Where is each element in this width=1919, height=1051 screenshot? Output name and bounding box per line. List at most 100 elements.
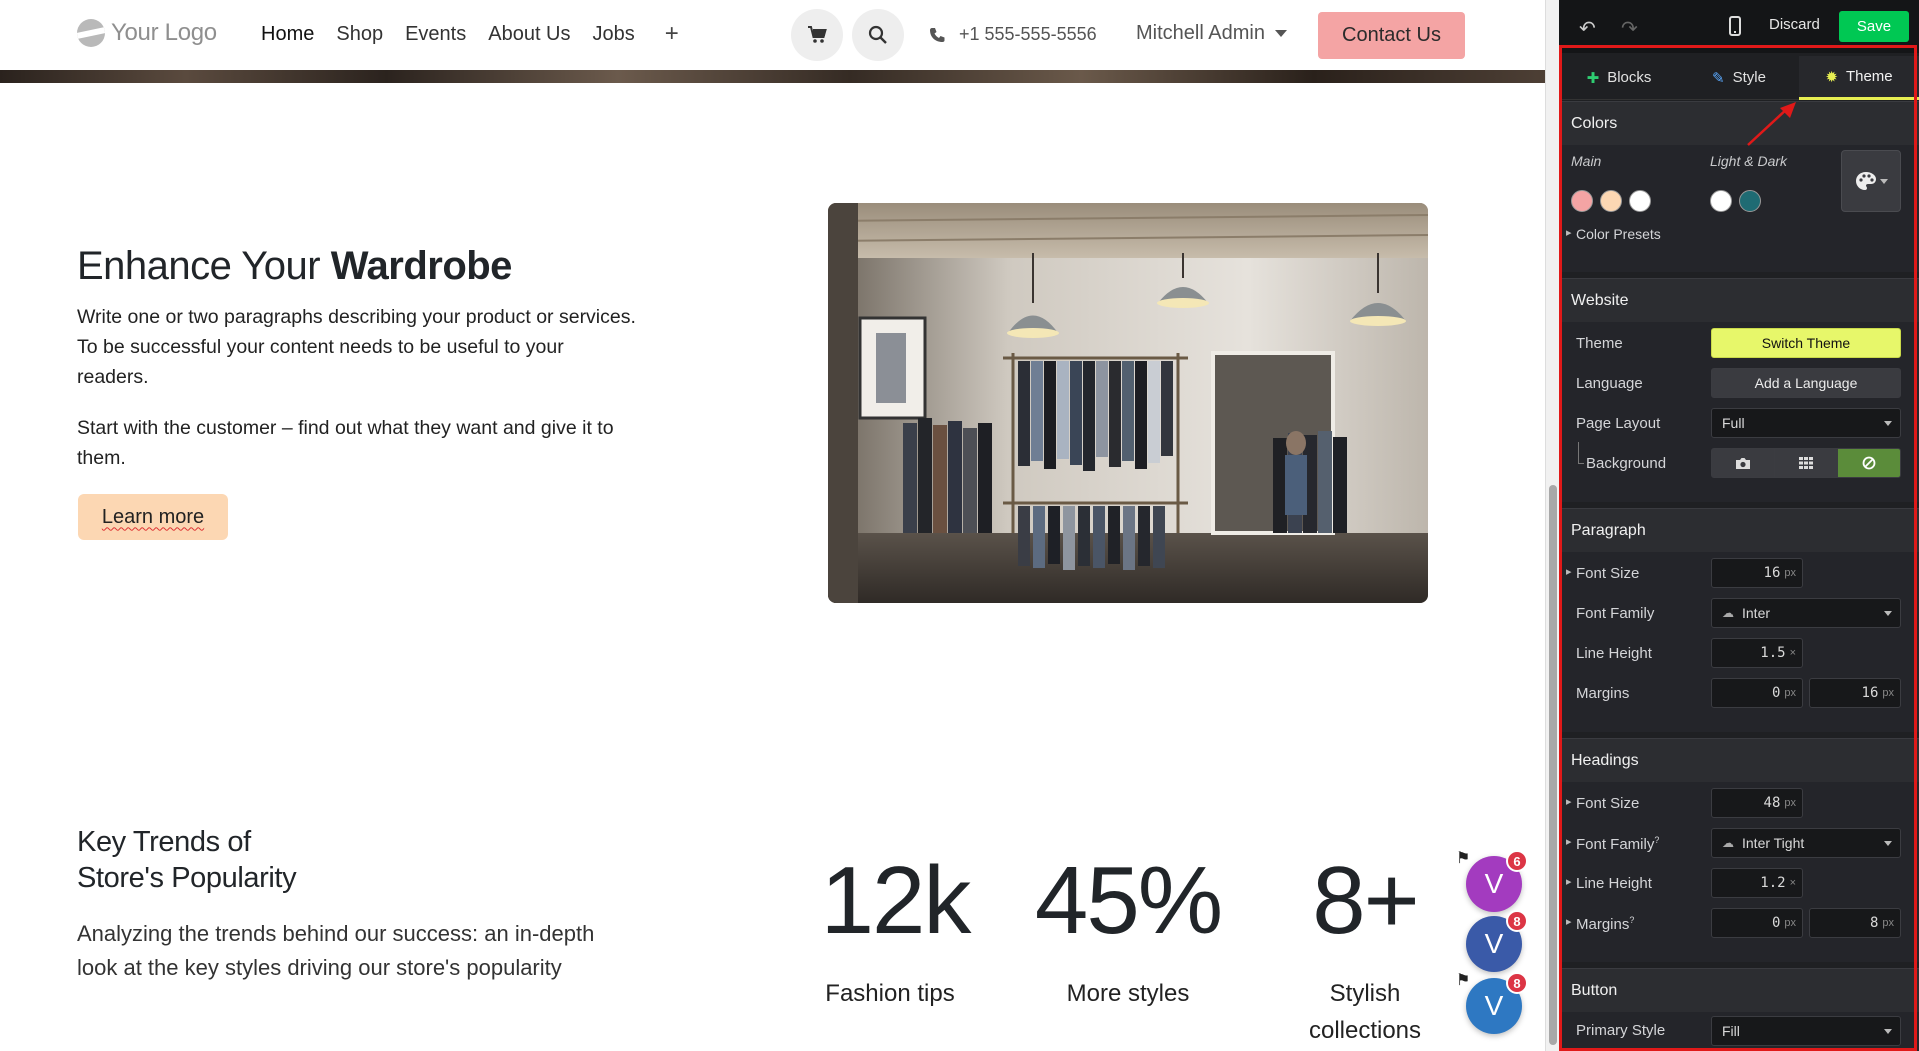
headings-line-height-label[interactable]: Line Height — [1566, 875, 1652, 892]
nav-link-shop[interactable]: Shop — [336, 23, 383, 46]
discard-button[interactable]: Discard — [1769, 16, 1820, 33]
editor-panel: ↶ ↷ Discard Save ✚ Blocks ✎ Style ✹ Them… — [1559, 0, 1919, 1051]
add-menu-item-button[interactable]: + — [665, 22, 679, 46]
stat-value-more-styles: 45% — [1034, 847, 1223, 954]
chat-bubble-3[interactable]: V 8 — [1466, 972, 1528, 1034]
headings-margin-bottom-input[interactable]: 8 px — [1809, 908, 1901, 938]
theme-label: Theme — [1576, 335, 1623, 352]
stat-value-fashion-tips: 12k — [820, 847, 972, 954]
background-none-button[interactable] — [1837, 448, 1901, 478]
tab-theme[interactable]: ✹ Theme — [1799, 56, 1919, 100]
color-swatch-primary[interactable] — [1571, 190, 1593, 212]
add-language-button[interactable]: Add a Language — [1711, 368, 1901, 398]
headings-margins-label[interactable]: Margins? — [1566, 915, 1634, 933]
page-scrollbar[interactable] — [1545, 0, 1559, 1051]
paragraph-line-height-label: Line Height — [1576, 645, 1652, 662]
unread-badge: 6 — [1506, 850, 1528, 872]
chat-bubble-1[interactable]: V 6 — [1466, 850, 1528, 912]
background-pattern-button[interactable] — [1774, 448, 1838, 478]
main-colors-label: Main — [1571, 153, 1602, 169]
palette-button[interactable] — [1841, 150, 1901, 212]
primary-style-select[interactable]: Fill — [1711, 1016, 1901, 1046]
page-layout-label: Page Layout — [1576, 415, 1661, 432]
primary-style-label: Primary Style — [1576, 1022, 1666, 1039]
search-button[interactable] — [852, 9, 904, 61]
cart-icon — [808, 26, 827, 43]
logo-icon — [77, 19, 105, 47]
user-menu[interactable]: Mitchell Admin — [1136, 22, 1287, 45]
store-interior-image[interactable] — [828, 203, 1428, 603]
headings-margin-top-input[interactable]: 0 px — [1711, 908, 1803, 938]
section-button: Primary Style Fill — [1559, 1012, 1919, 1051]
color-swatch-light[interactable] — [1710, 190, 1732, 212]
paragraph-font-size-label[interactable]: Font Size — [1566, 565, 1639, 582]
nav-link-about[interactable]: About Us — [488, 23, 570, 46]
paragraph-font-size-input[interactable]: 16 px — [1711, 558, 1803, 588]
mobile-preview-icon[interactable] — [1729, 16, 1741, 42]
chat-bubble-2[interactable]: V 8 — [1466, 910, 1528, 972]
nav-link-jobs[interactable]: Jobs — [593, 23, 635, 46]
page-scrollbar-thumb[interactable] — [1549, 485, 1557, 1045]
hero-title: Enhance Your Wardrobe — [77, 244, 512, 288]
language-label: Language — [1576, 375, 1643, 392]
color-swatch-tertiary[interactable] — [1629, 190, 1651, 212]
paragraph-font-family-select[interactable]: ☁ Inter — [1711, 598, 1901, 628]
undo-icon[interactable]: ↶ — [1579, 16, 1596, 41]
section-headings: Font Size 48px Font Family? ☁Inter Tight… — [1559, 782, 1919, 962]
headings-font-family-label[interactable]: Font Family? — [1566, 835, 1659, 853]
logo-text: Your Logo — [111, 19, 217, 46]
headings-font-size-input[interactable]: 48 px — [1711, 788, 1803, 818]
switch-theme-button[interactable]: Switch Theme — [1711, 328, 1901, 358]
plus-icon: ✚ — [1586, 69, 1600, 87]
background-image-button[interactable] — [1711, 448, 1775, 478]
phone-icon — [930, 27, 945, 42]
section-headings-heading: Headings — [1559, 738, 1919, 782]
nav-link-events[interactable]: Events — [405, 23, 466, 46]
cloud-icon: ☁ — [1722, 836, 1734, 850]
paragraph-margin-bottom-input[interactable]: 16 px — [1809, 678, 1901, 708]
phone-link[interactable]: +1 555-555-5556 — [929, 24, 1097, 45]
ban-icon — [1862, 456, 1876, 470]
chevron-down-icon — [1274, 30, 1287, 37]
chevron-down-icon — [1884, 840, 1892, 846]
color-presets-toggle[interactable]: Color Presets — [1566, 226, 1661, 242]
arrow-annotation-icon — [1747, 102, 1796, 146]
headings-line-height-input[interactable]: 1.2 × — [1711, 868, 1803, 898]
page-layout-select[interactable]: Full — [1711, 408, 1901, 438]
website-preview: Your Logo Home Shop Events About Us Jobs… — [0, 0, 1545, 1051]
save-button[interactable]: Save — [1839, 11, 1909, 42]
chevron-down-icon — [1884, 610, 1892, 616]
section-colors-heading: Colors — [1559, 101, 1919, 145]
stat-label-more-styles: More styles — [1066, 980, 1190, 1007]
color-swatch-dark[interactable] — [1739, 190, 1761, 212]
learn-more-button[interactable]: Learn more — [78, 494, 228, 540]
headings-font-family-select[interactable]: ☁ Inter Tight — [1711, 828, 1901, 858]
palette-icon — [1855, 172, 1876, 190]
flag-icon: ⚑ — [1456, 972, 1471, 989]
stat-label-collections: Stylish collections — [1308, 980, 1422, 1044]
stat-value-collections: 8+ — [1312, 847, 1419, 954]
redo-icon[interactable]: ↷ — [1621, 16, 1638, 41]
hero-paragraph-2: Start with the customer – find out what … — [77, 417, 614, 469]
gear-icon: ✹ — [1825, 68, 1838, 86]
cart-button[interactable] — [791, 9, 843, 61]
headings-font-size-label[interactable]: Font Size — [1566, 795, 1639, 812]
hero-paragraph-1: Write one or two paragraphs describing y… — [77, 306, 636, 388]
grid-icon — [1799, 457, 1813, 469]
tree-connector — [1578, 442, 1584, 464]
color-swatch-secondary[interactable] — [1600, 190, 1622, 212]
search-icon — [868, 25, 887, 44]
chevron-down-icon — [1884, 1028, 1892, 1034]
flag-icon: ⚑ — [1456, 850, 1471, 867]
site-logo[interactable]: Your Logo — [77, 19, 217, 47]
tab-blocks[interactable]: ✚ Blocks — [1559, 56, 1679, 100]
paragraph-line-height-input[interactable]: 1.5 × — [1711, 638, 1803, 668]
nav-link-home[interactable]: Home — [261, 23, 314, 46]
trends-title: Key Trends of Store's Popularity — [77, 826, 297, 894]
section-colors: Main Light & Dark Color Presets — [1559, 145, 1919, 272]
contact-us-button[interactable]: Contact Us — [1318, 12, 1465, 59]
section-paragraph-heading: Paragraph — [1559, 508, 1919, 552]
paragraph-margin-top-input[interactable]: 0 px — [1711, 678, 1803, 708]
tab-style[interactable]: ✎ Style — [1679, 56, 1799, 100]
section-button-heading: Button — [1559, 968, 1919, 1012]
